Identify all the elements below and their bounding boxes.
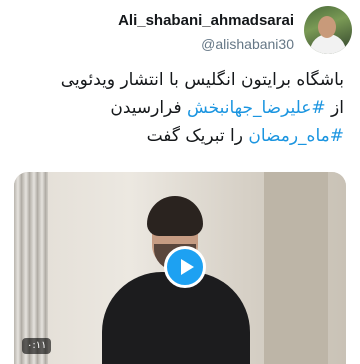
hashtag-link-ramadan[interactable]: #ماه_رمضان [248,126,344,146]
tweet-line-1: باشگاه برایتون انگلیس با انتشار ویدئویی [60,70,344,90]
hashtag-link-jahanbakhsh[interactable]: #علیرضا_جهانبخش [187,98,326,118]
video-curtain [14,172,48,364]
tweet-line-3-suffix: را تبریک گفت [146,126,249,146]
avatar-face [318,16,336,38]
tweet-header: Ali_shabani_ahmadsarai @alishabani30 [14,4,354,62]
tweet-text: باشگاه برایتون انگلیس با انتشار ویدئویی … [14,66,344,150]
tweet-line-2-prefix: از [325,98,344,118]
play-icon [181,259,194,275]
tweet-line-2: از #علیرضا_جهانبخش فرارسیدن [14,94,344,122]
display-name[interactable]: Ali_shabani_ahmadsarai [118,12,294,29]
video-duration: ۰:۱۱ [22,338,52,354]
tweet-card: Ali_shabani_ahmadsarai @alishabani30 باش… [0,0,360,364]
tweet-line-2-suffix: فرارسیدن [110,98,187,118]
video-door [264,172,328,364]
play-button[interactable] [164,246,206,288]
avatar[interactable] [304,6,352,54]
tweet-line-3: #ماه_رمضان را تبریک گفت [14,122,344,150]
video-player[interactable]: ۰:۱۱ [14,172,346,364]
user-handle[interactable]: @alishabani30 [201,36,294,52]
